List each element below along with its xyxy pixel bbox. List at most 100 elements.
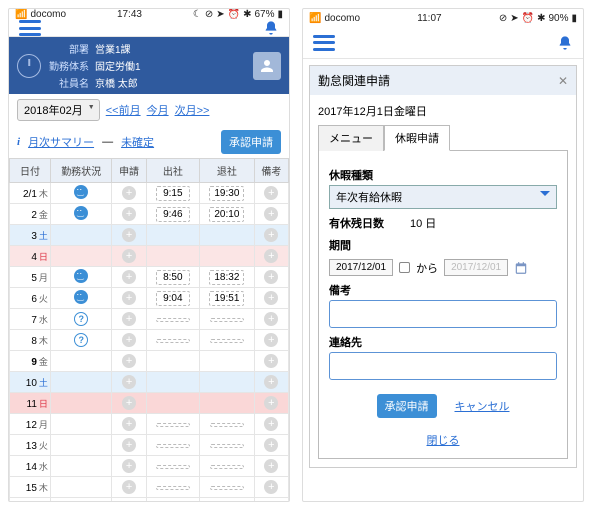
submit-button[interactable]: 承認申請 [377,394,437,418]
add-note-icon[interactable]: + [264,228,278,242]
table-row[interactable]: 2金+9:4620:10+ [10,204,289,225]
clock-in[interactable] [156,465,190,469]
monthly-summary-link[interactable]: 月次サマリー [28,134,94,150]
clock-out[interactable] [210,318,244,322]
clock-out[interactable] [210,444,244,448]
add-note-icon[interactable]: + [264,396,278,410]
approve-button[interactable]: 承認申請 [221,130,281,154]
close-link[interactable]: 閉じる [427,435,460,447]
cancel-link[interactable]: キャンセル [455,398,510,414]
add-icon[interactable]: + [122,438,136,452]
clock-in[interactable] [156,318,190,322]
menu-icon[interactable] [313,35,335,51]
add-note-icon[interactable]: + [264,438,278,452]
avatar[interactable] [253,52,281,80]
close-icon[interactable]: ✕ [558,74,568,88]
clock-out[interactable]: 18:32 [209,270,244,285]
tab-menu[interactable]: メニュー [318,125,384,151]
clock-in[interactable] [156,444,190,448]
add-icon[interactable]: + [122,312,136,326]
table-row[interactable]: 13火++ [10,435,289,456]
add-icon[interactable]: + [122,459,136,473]
table-row[interactable]: 8木?++ [10,330,289,351]
add-icon[interactable]: + [122,249,136,263]
unconfirmed-link[interactable]: 未確定 [121,134,154,150]
dialog-date: 2017年12月1日金曜日 [318,103,568,119]
table-row[interactable]: 3土++ [10,225,289,246]
from-date[interactable]: 2017/12/01 [329,259,393,276]
clock-in[interactable]: 9:04 [156,291,190,306]
next-month[interactable]: 次月>> [175,102,210,118]
table-row[interactable]: 6火+9:0419:51+ [10,288,289,309]
clock-out[interactable] [210,465,244,469]
clock-in[interactable]: 9:15 [156,186,190,201]
phone-right: 📶 docomo 11:07 ⊘ ➤ ⏰ ✱ 90% ▮ 勤怠関連申請 ✕ 20… [302,8,584,502]
add-note-icon[interactable]: + [264,459,278,473]
clock-out[interactable]: 19:30 [209,186,244,201]
bell-icon[interactable] [263,20,279,36]
prev-month[interactable]: <<前月 [106,102,141,118]
clock-out[interactable] [210,423,244,427]
add-icon[interactable]: + [122,417,136,431]
add-note-icon[interactable]: + [264,270,278,284]
table-row[interactable]: 7水?++ [10,309,289,330]
add-icon[interactable]: + [122,207,136,221]
add-icon[interactable]: + [122,270,136,284]
table-row[interactable]: 14水++ [10,456,289,477]
table-row[interactable]: 15木++ [10,477,289,498]
table-row[interactable]: 16金++ [10,498,289,503]
clock-in[interactable] [156,423,190,427]
add-icon[interactable]: + [122,354,136,368]
add-icon[interactable]: + [122,333,136,347]
info-icon[interactable]: i [17,136,20,148]
clock-out[interactable] [210,339,244,343]
table-row[interactable]: 2/1木+9:1519:30+ [10,183,289,204]
add-note-icon[interactable]: + [264,375,278,389]
add-icon[interactable]: + [122,375,136,389]
add-note-icon[interactable]: + [264,501,278,502]
clock-out[interactable]: 19:51 [209,291,244,306]
menu-icon[interactable] [19,20,41,36]
add-note-icon[interactable]: + [264,291,278,305]
range-checkbox[interactable] [399,262,410,273]
this-month[interactable]: 今月 [147,102,169,118]
leave-type-select[interactable]: 年次有給休暇 [329,185,557,209]
add-note-icon[interactable]: + [264,354,278,368]
add-icon[interactable]: + [122,186,136,200]
clock-out[interactable]: 20:10 [209,207,244,222]
table-row[interactable]: 4日++ [10,246,289,267]
clock-in[interactable] [156,339,190,343]
contact-input[interactable] [329,352,557,380]
clock-in[interactable] [156,486,190,490]
table-row[interactable]: 11日++ [10,393,289,414]
battery-icon: ▮ [571,13,577,24]
month-select[interactable]: 2018年02月 [17,99,100,121]
add-note-icon[interactable]: + [264,207,278,221]
add-note-icon[interactable]: + [264,333,278,347]
add-icon[interactable]: + [122,501,136,502]
col-header: 勤務状況 [50,159,112,183]
table-row[interactable]: 10土++ [10,372,289,393]
col-header: 出社 [146,159,199,183]
add-icon[interactable]: + [122,480,136,494]
remarks-input[interactable] [329,300,557,328]
add-note-icon[interactable]: + [264,249,278,263]
table-row[interactable]: 5月+8:5018:32+ [10,267,289,288]
bt-icon: ✱ [537,13,545,24]
clock-in[interactable]: 9:46 [156,207,190,222]
add-note-icon[interactable]: + [264,312,278,326]
calendar-icon[interactable] [514,261,528,275]
add-note-icon[interactable]: + [264,480,278,494]
add-icon[interactable]: + [122,291,136,305]
bell-icon[interactable] [557,35,573,51]
clock-out[interactable] [210,486,244,490]
tab-leave[interactable]: 休暇申請 [384,125,450,151]
add-icon[interactable]: + [122,396,136,410]
add-icon[interactable]: + [122,228,136,242]
clock-in[interactable]: 8:50 [156,270,190,285]
table-row[interactable]: 9金++ [10,351,289,372]
remain-value: 10 日 [410,215,436,231]
table-row[interactable]: 12月++ [10,414,289,435]
add-note-icon[interactable]: + [264,417,278,431]
add-note-icon[interactable]: + [264,186,278,200]
